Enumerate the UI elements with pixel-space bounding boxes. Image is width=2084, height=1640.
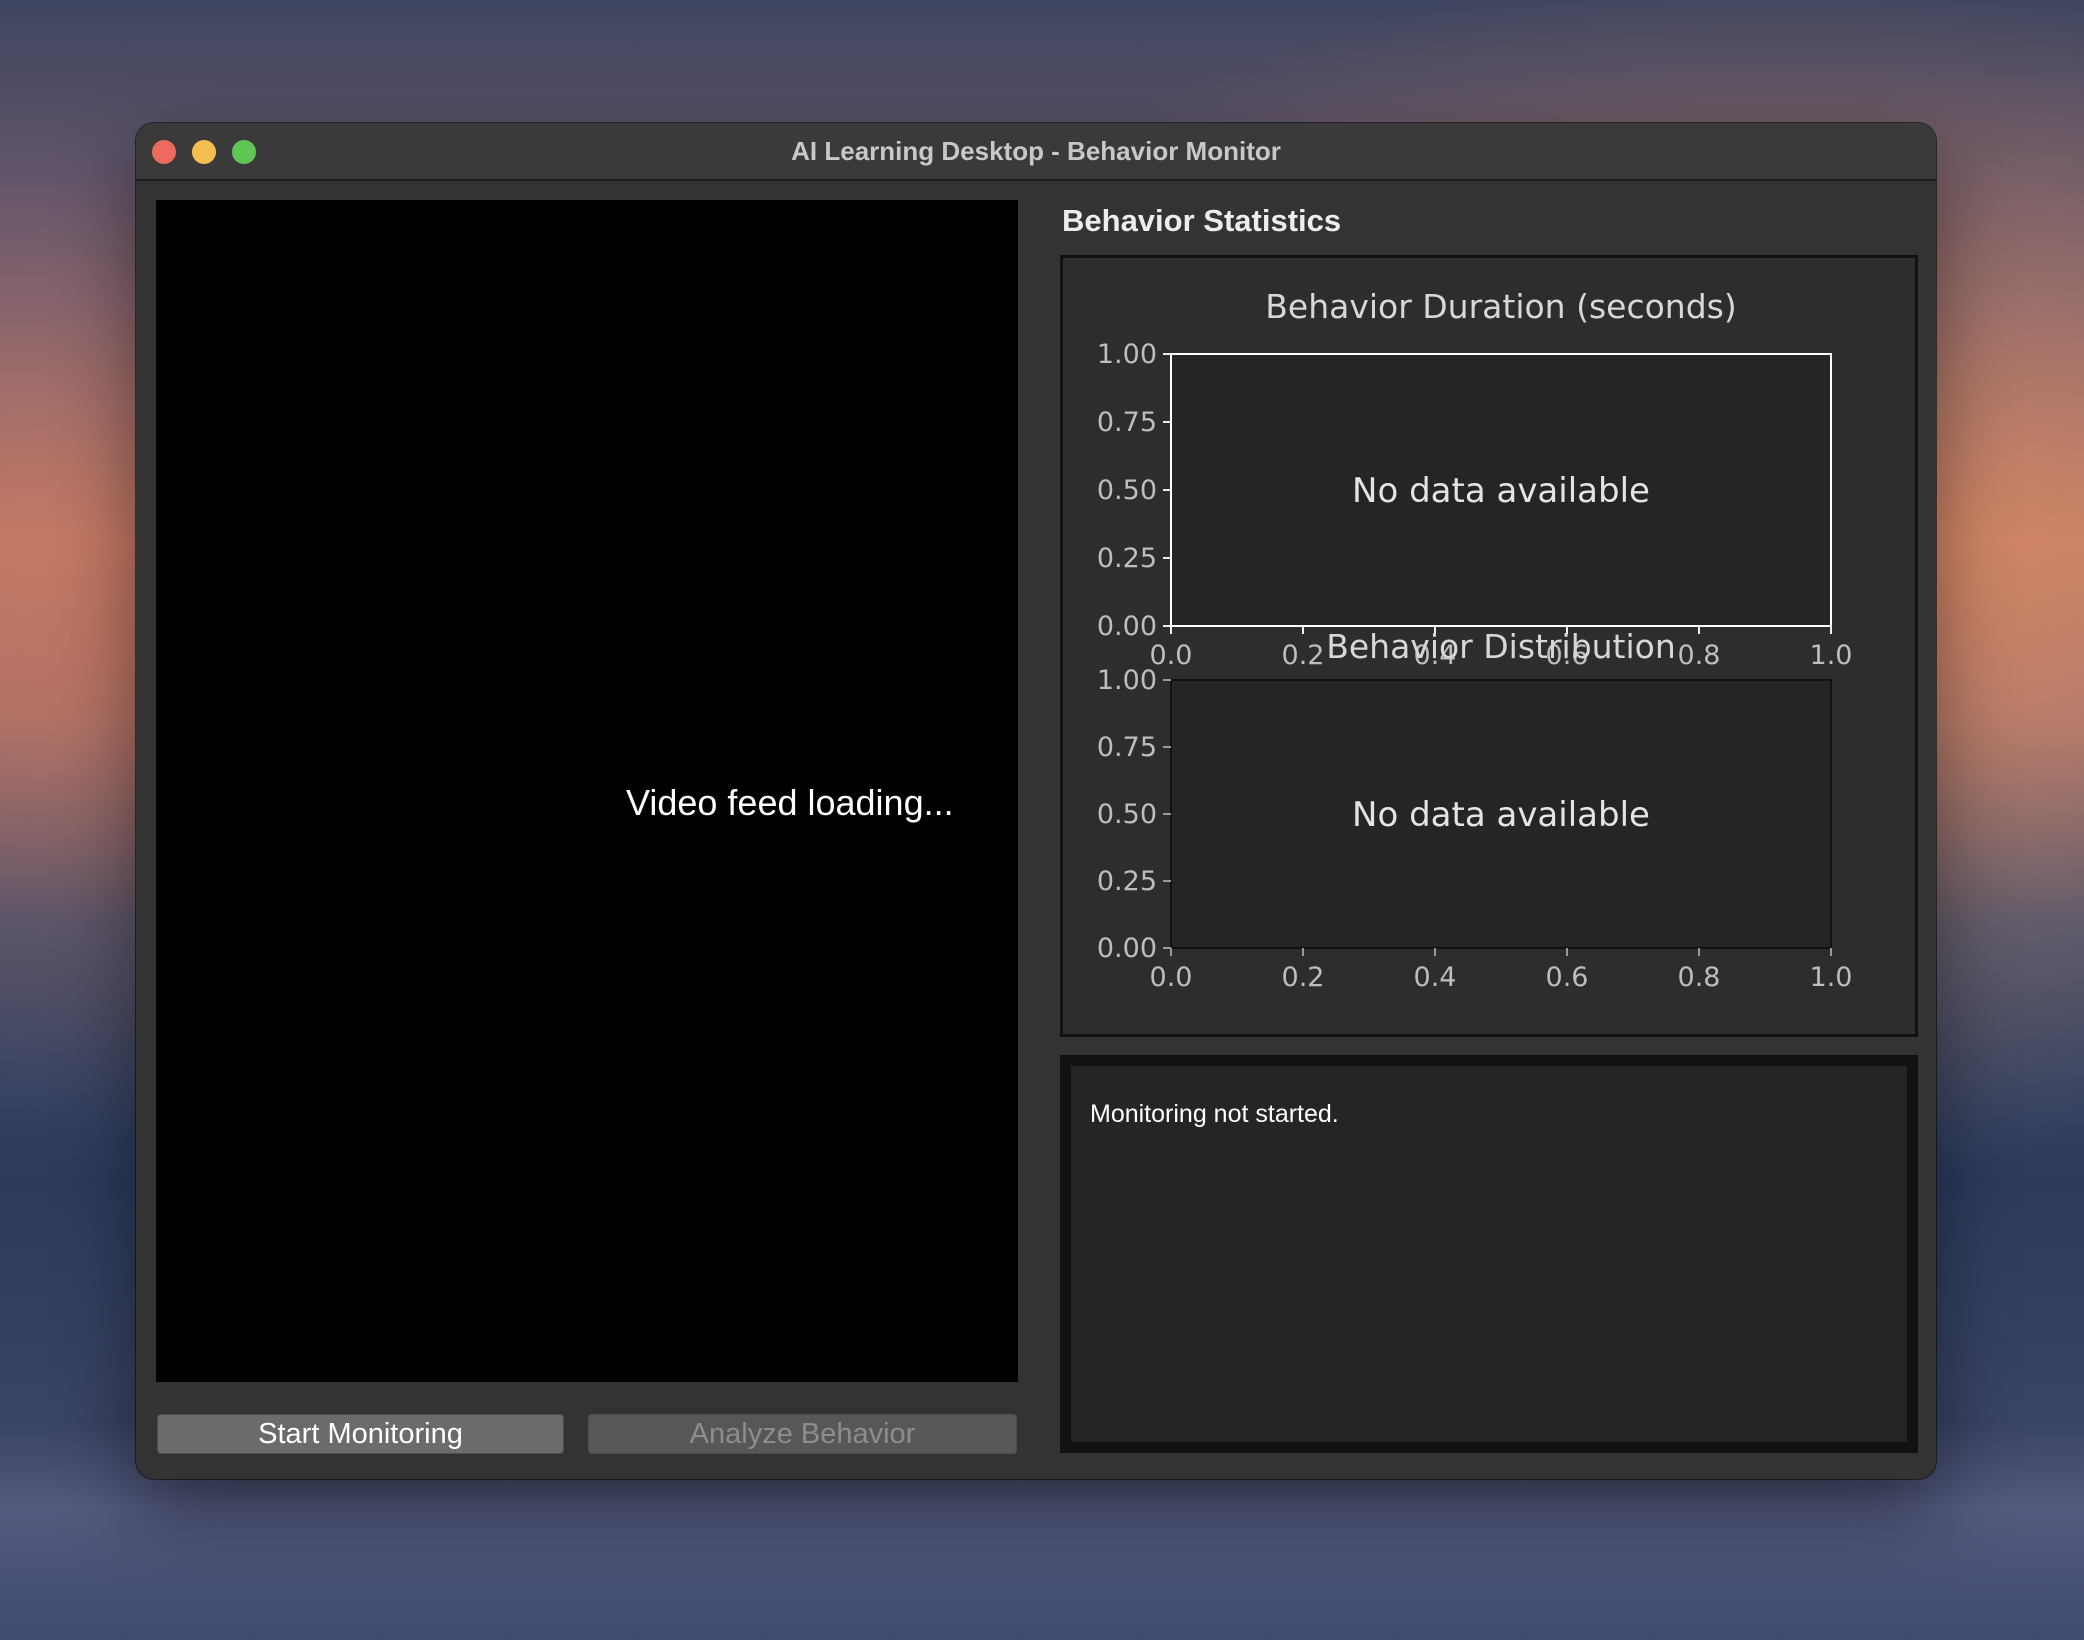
distribution-chart-ytick-label: 0.25 [1097,866,1157,897]
duration-chart-ytick-label: 0.00 [1097,611,1157,642]
duration-chart-ytick-label: 0.25 [1097,543,1157,574]
window-title: AI Learning Desktop - Behavior Monitor [791,136,1281,166]
video-feed: Video feed loading... [156,200,1018,1382]
distribution-chart-xtick-label: 0.8 [1678,962,1721,993]
distribution-chart-ytick-label: 1.00 [1097,665,1157,696]
charts-panel: Behavior Duration (seconds) 0.00 0.25 0.50 0… [1060,255,1918,1037]
analyze-behavior-button[interactable]: Analyze Behavior [588,1414,1017,1454]
distribution-chart-ytick-label: 0.00 [1097,933,1157,964]
log-text-area[interactable]: Monitoring not started. [1071,1066,1907,1442]
distribution-chart-ytick-label: 0.50 [1097,799,1157,830]
duration-chart-ytick-label: 0.50 [1097,475,1157,506]
duration-chart-ytick-label: 1.00 [1097,339,1157,370]
duration-chart-xtick-label: 0.8 [1678,640,1721,671]
distribution-chart-ytick-label: 0.75 [1097,732,1157,763]
behavior-duration-chart: Behavior Duration (seconds) 0.00 0.25 0.50 0… [1097,287,1853,671]
behavior-statistics-heading: Behavior Statistics [1062,203,1342,238]
duration-chart-ytick-label: 0.75 [1097,407,1157,438]
charts-canvas: Behavior Duration (seconds) 0.00 0.25 0.50 0… [1097,287,1853,993]
distribution-chart-xtick-label: 0.4 [1414,962,1457,993]
duration-chart-title: Behavior Duration (seconds) [1265,287,1736,326]
log-message: Monitoring not started. [1090,1100,1339,1128]
behavior-distribution-chart: Behavior Distribution 0.00 0.25 0.50 0.75 1.0… [1097,627,1853,993]
duration-chart-no-data-text: No data available [1352,471,1650,511]
start-monitoring-button[interactable]: Start Monitoring [157,1414,564,1454]
distribution-chart-xtick-label: 0.2 [1282,962,1325,993]
title-bar[interactable]: AI Learning Desktop - Behavior Monitor [136,123,1936,181]
distribution-chart-xtick-label: 1.0 [1810,962,1853,993]
video-status-text: Video feed loading... [626,782,954,823]
log-panel: Monitoring not started. [1060,1055,1918,1453]
distribution-chart-title: Behavior Distribution [1326,627,1676,666]
distribution-chart-xtick-label: 0.6 [1546,962,1589,993]
app-window: AI Learning Desktop - Behavior Monitor V… [136,123,1936,1479]
duration-chart-xtick-label: 1.0 [1810,640,1853,671]
distribution-chart-no-data-text: No data available [1352,795,1650,835]
duration-chart-xtick-label: 0.2 [1282,640,1325,671]
distribution-chart-xtick-label: 0.0 [1150,962,1193,993]
